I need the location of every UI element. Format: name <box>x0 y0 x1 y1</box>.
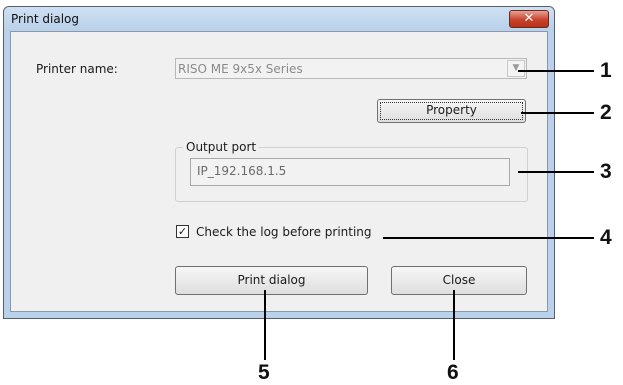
close-icon[interactable]: ✕ <box>509 10 549 28</box>
close-button[interactable]: Close <box>391 266 527 295</box>
print-dialog-button[interactable]: Print dialog <box>175 266 368 295</box>
output-port-legend: Output port <box>183 140 260 154</box>
check-log-checkbox[interactable]: ✓ <box>176 225 189 238</box>
printer-name-value: RISO ME 9x5x Series <box>178 62 303 76</box>
callout-line-1 <box>518 70 594 72</box>
callout-line-4 <box>383 237 594 239</box>
focus-rectangle <box>380 102 523 120</box>
printer-name-label: Printer name: <box>36 62 118 76</box>
callout-number-3: 3 <box>600 160 612 183</box>
check-log-label[interactable]: Check the log before printing <box>196 225 372 239</box>
callout-number-6: 6 <box>447 361 459 384</box>
callout-line-6 <box>453 290 455 360</box>
callout-line-3 <box>518 171 594 173</box>
window-title: Print dialog <box>11 12 80 26</box>
output-port-value: IP_192.168.1.5 <box>197 164 287 178</box>
callout-number-2: 2 <box>600 101 612 124</box>
callout-number-5: 5 <box>258 361 270 384</box>
callout-line-5 <box>264 290 266 360</box>
title-bar[interactable] <box>4 7 554 30</box>
callout-line-2 <box>521 112 594 114</box>
callout-number-1: 1 <box>600 59 612 82</box>
chevron-down-icon[interactable]: ▼ <box>507 60 525 77</box>
callout-number-4: 4 <box>600 226 612 249</box>
